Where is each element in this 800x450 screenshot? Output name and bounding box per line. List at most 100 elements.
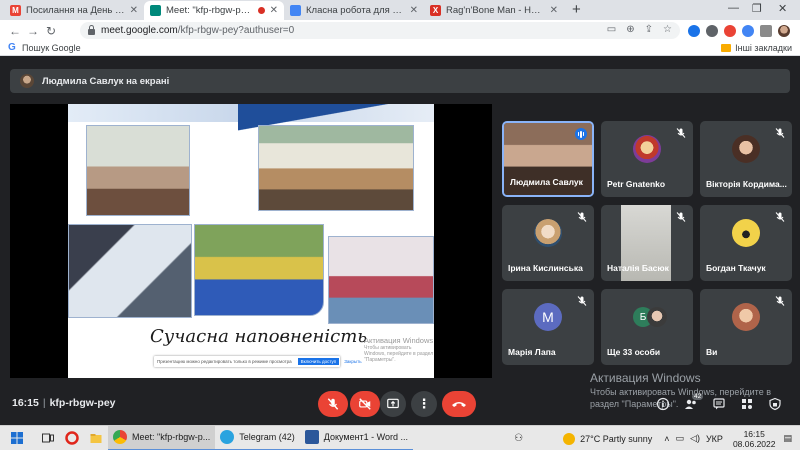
leave-call-button[interactable] — [442, 391, 476, 417]
new-tab-button[interactable]: + — [572, 1, 581, 18]
folder-icon — [721, 44, 732, 52]
minimize-icon[interactable]: — — [728, 2, 739, 14]
close-icon[interactable]: ✕ — [410, 5, 418, 16]
extension-icon[interactable] — [742, 24, 754, 37]
participant-avatar — [633, 135, 661, 163]
host-controls-icon[interactable] — [768, 397, 782, 411]
tab-meet[interactable]: Meet: "kfp-rbgw-pey" ✕ — [144, 1, 284, 20]
tab-label: Rag'n'Bone Man - Human | Xit F — [446, 5, 545, 16]
participant-avatar — [732, 303, 760, 331]
participant-tile[interactable]: Людмила Савлук — [502, 121, 594, 197]
menu-kebab-icon[interactable]: ⋮ — [796, 24, 800, 37]
slide-activation-watermark: Активация Windows Чтобы активировать Win… — [364, 336, 434, 363]
extension-icon[interactable] — [724, 24, 736, 37]
more-participants-tile[interactable]: Б Ще 33 особи — [601, 289, 693, 365]
participant-tile[interactable]: Богдан Ткачук — [700, 205, 792, 281]
other-bookmarks[interactable]: Інші закладки — [721, 43, 792, 53]
participant-tile[interactable]: M Марія Лапа — [502, 289, 594, 365]
mic-toggle-button[interactable] — [318, 391, 348, 417]
google-icon: G — [8, 42, 16, 53]
camera-toggle-button[interactable] — [350, 391, 380, 417]
meeting-info: 16:15 | kfp-rbgw-pey — [12, 397, 116, 409]
close-icon[interactable]: ✕ — [550, 5, 558, 16]
tab-music[interactable]: X Rag'n'Bone Man - Human | Xit F ✕ — [424, 1, 564, 20]
chat-icon[interactable] — [712, 397, 726, 411]
zoom-icon[interactable]: ⊕ — [626, 24, 634, 35]
activities-icon[interactable] — [740, 397, 754, 411]
notifications-icon[interactable]: ▤ — [783, 433, 792, 444]
back-icon[interactable]: ← — [6, 24, 24, 38]
people-taskbar-icon[interactable]: ⚇ — [514, 433, 523, 444]
participant-tile[interactable]: Наталія Басюк — [601, 205, 693, 281]
present-screen-button[interactable] — [380, 391, 406, 417]
meeting-controls-bar: 16:15 | kfp-rbgw-pey ⋮ 42 — [0, 385, 800, 425]
extensions-puzzle-icon[interactable] — [760, 24, 772, 37]
chrome-icon — [113, 430, 127, 444]
volume-icon[interactable]: ◁) — [690, 433, 700, 444]
meet-icon — [150, 5, 161, 16]
mic-off-icon — [676, 128, 686, 138]
address-bar[interactable]: meet.google.com/kfp-rbgw-pey?authuser=0 … — [80, 22, 680, 39]
participant-tile[interactable]: Petr Gnatenko — [601, 121, 693, 197]
gmail-icon: M — [10, 5, 21, 16]
network-icon[interactable]: ▭ — [676, 433, 685, 444]
windows-taskbar: Meet: "kfp-rbgw-p... Telegram (42) Докум… — [0, 425, 800, 450]
participant-avatar — [647, 307, 667, 327]
more-options-button[interactable]: ⋮ — [411, 391, 437, 417]
url-text: meet.google.com/kfp-rbgw-pey?authuser=0 — [101, 25, 295, 36]
info-icon[interactable] — [656, 397, 670, 411]
window-close-icon[interactable]: ✕ — [778, 2, 787, 15]
extension-icon[interactable] — [688, 24, 700, 37]
task-view-icon[interactable] — [41, 431, 55, 445]
share-icon[interactable]: ⇪ — [645, 24, 653, 35]
more-vert-icon: ⋮ — [417, 396, 431, 411]
camera-off-icon — [359, 398, 371, 410]
opera-icon[interactable] — [65, 431, 79, 445]
people-button[interactable]: 42 — [684, 393, 704, 411]
people-count-badge: 42 — [692, 393, 704, 400]
tab-classroom[interactable]: Класна робота для курсу "ФБС- ✕ — [284, 1, 424, 20]
weather-sun-icon — [563, 432, 576, 445]
mic-off-icon — [327, 398, 339, 410]
tab-label: Meet: "kfp-rbgw-pey" — [166, 5, 254, 16]
bookmark-google-search[interactable]: Пошук Google — [22, 43, 81, 53]
participant-tile[interactable]: Ірина Кислинська — [502, 205, 594, 281]
enable-access-button[interactable]: Включить доступ — [297, 358, 340, 365]
camera-permission-icon[interactable]: ▭ — [607, 24, 616, 35]
bookmark-star-icon[interactable]: ☆ — [663, 24, 672, 35]
taskbar-app-telegram[interactable]: Telegram (42) — [215, 426, 300, 450]
maximize-icon[interactable]: ❐ — [752, 2, 762, 15]
tray-chevron-icon[interactable]: ˄ — [664, 434, 669, 444]
lock-icon — [88, 25, 95, 35]
presenter-bar: Людмила Савлук на екрані — [10, 69, 790, 93]
close-link[interactable]: Закрыть — [344, 359, 361, 364]
system-tray: ⚇ 27°C Partly sunny ˄ ▭ ◁) УКР 16:15 08.… — [514, 426, 800, 450]
slide-notice-bar: Презентацию можно редактировать только в… — [154, 356, 362, 367]
extension-icon[interactable] — [706, 24, 718, 37]
mic-off-icon — [676, 212, 686, 222]
taskbar-app-word[interactable]: Документ1 - Word ... — [299, 426, 414, 450]
profile-avatar[interactable] — [778, 24, 790, 37]
slide-photo-group — [194, 224, 324, 316]
forward-icon[interactable]: → — [24, 24, 42, 38]
participant-avatar — [534, 219, 562, 247]
self-tile[interactable]: Ви — [700, 289, 792, 365]
word-icon — [304, 430, 319, 444]
close-icon[interactable]: ✕ — [130, 5, 138, 16]
windows-start-icon[interactable] — [10, 431, 24, 445]
participant-tile[interactable]: Вікторія Кордима... — [700, 121, 792, 197]
file-explorer-icon[interactable] — [89, 431, 103, 445]
tab-label: Класна робота для курсу "ФБС- — [306, 5, 405, 16]
slide-photo-lesson — [258, 125, 414, 211]
clock[interactable]: 16:15 08.06.2022 — [733, 429, 776, 449]
reload-icon[interactable]: ↻ — [42, 24, 60, 38]
close-icon[interactable]: ✕ — [270, 5, 278, 16]
slide-title: Сучасна наповненість — [150, 326, 368, 347]
taskbar-app-chrome[interactable]: Meet: "kfp-rbgw-p... — [108, 425, 216, 450]
tab-gmail[interactable]: M Посилання на День Гостинності ✕ — [4, 1, 144, 20]
telegram-icon — [220, 430, 235, 444]
browser-toolbar: ← → ↻ meet.google.com/kfp-rbgw-pey?authu… — [0, 20, 800, 41]
weather-widget[interactable]: 27°C Partly sunny — [580, 434, 652, 444]
language-indicator[interactable]: УКР — [706, 434, 723, 444]
screen-share-stage: Сучасна наповненість у Активация Windows… — [10, 104, 492, 378]
